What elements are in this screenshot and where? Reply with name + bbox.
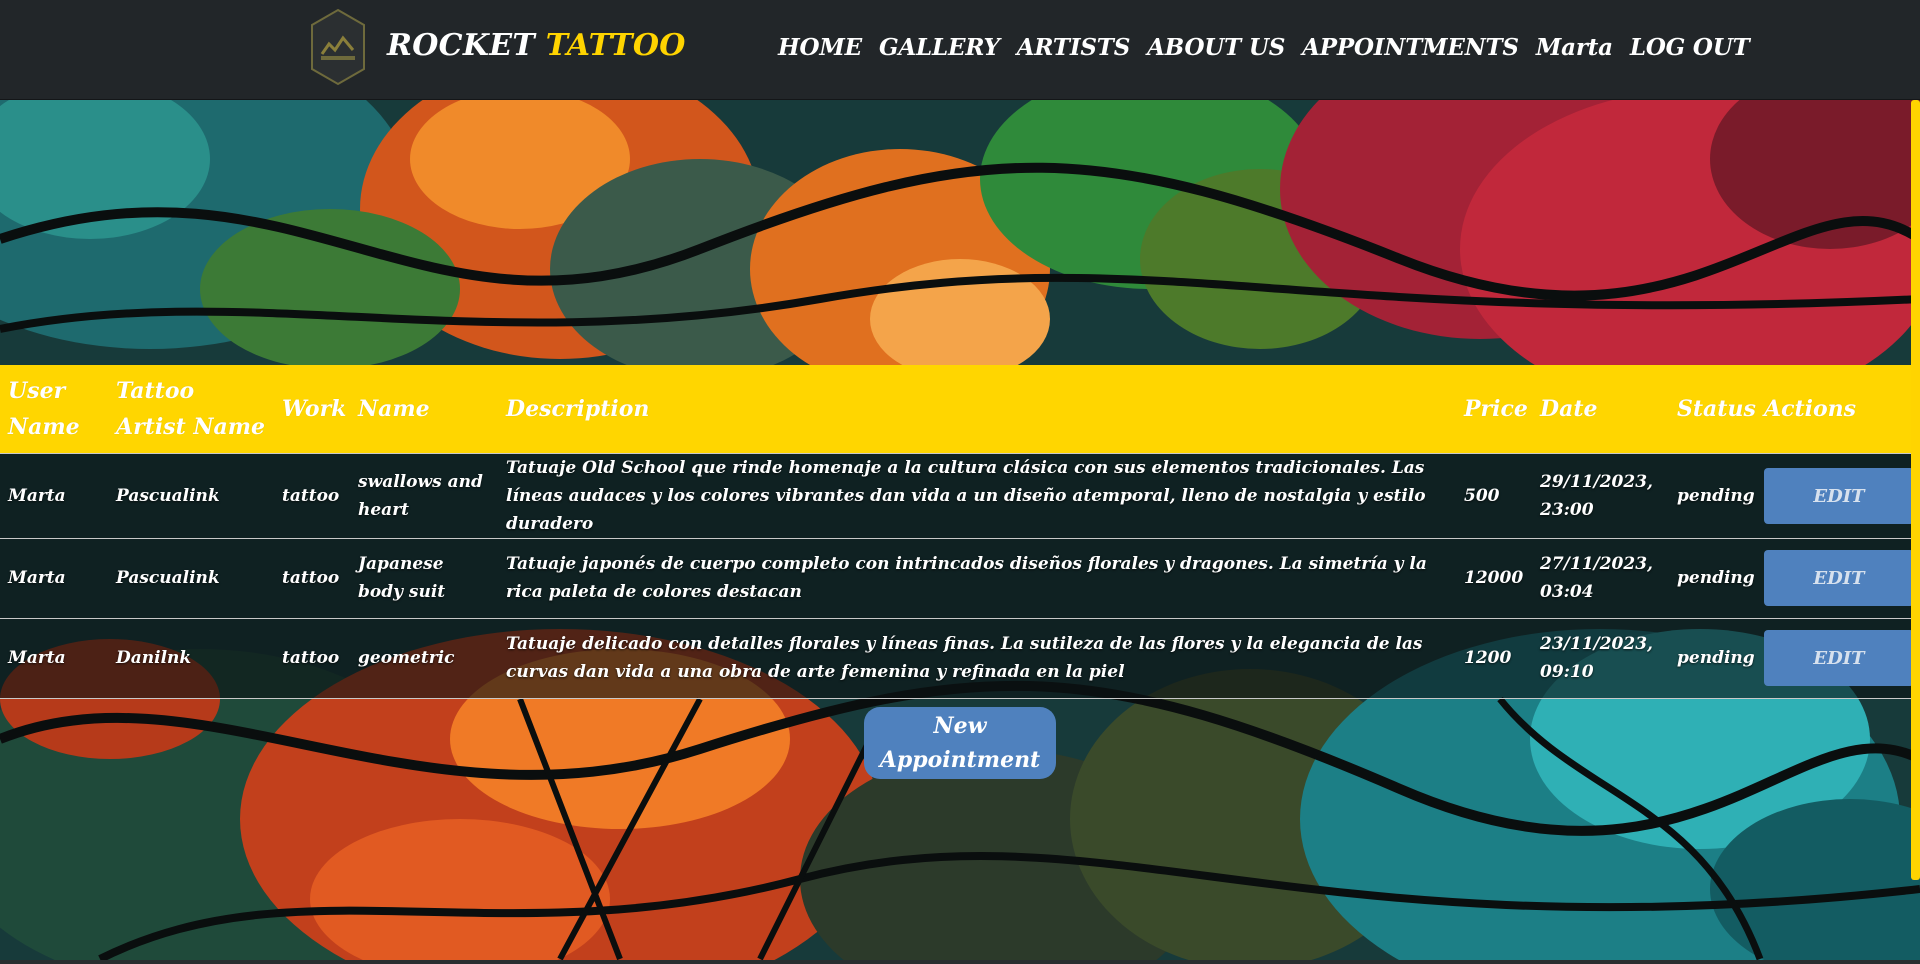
- new-appointment-button[interactable]: New Appointment: [864, 707, 1056, 779]
- main-navigation: HOME GALLERY ARTISTS ABOUT US APPOINTMEN…: [778, 34, 1750, 61]
- brand-name-rocket: ROCKET: [387, 28, 536, 63]
- cell-description: Tatuaje japonés de cuerpo completo con i…: [506, 554, 1427, 602]
- cell-work: tattoo: [282, 485, 340, 506]
- cell-description: Tatuaje Old School que rinde homenaje a …: [506, 457, 1426, 534]
- nav-logout-link[interactable]: LOG OUT: [1630, 34, 1750, 61]
- cell-status: pending: [1677, 568, 1755, 588]
- cell-user: Marta: [8, 485, 66, 506]
- header-status: Status: [1677, 395, 1756, 422]
- cell-user: Marta: [8, 568, 66, 588]
- cell-price: 500: [1464, 485, 1500, 506]
- table-row: Marta Pascualink tattoo Japanese body su…: [0, 538, 1920, 618]
- header-actions: Actions: [1764, 395, 1857, 422]
- cell-date: 23/11/2023, 09:10: [1540, 634, 1653, 682]
- cell-actions: EDIT: [1756, 618, 1920, 698]
- appointments-table: User Name Tattoo Artist Name Work Name D…: [0, 365, 1920, 699]
- cell-name: Japanese body suit: [358, 554, 446, 602]
- table-header-row: User Name Tattoo Artist Name Work Name D…: [0, 365, 1920, 453]
- edit-button[interactable]: EDIT: [1764, 550, 1914, 606]
- brand-name-tattoo: TATTOO: [545, 28, 686, 63]
- header-work: Work: [282, 395, 347, 422]
- cell-name: geometric: [358, 648, 455, 668]
- nav-about-us-link[interactable]: ABOUT US: [1147, 34, 1285, 61]
- cell-status: pending: [1677, 648, 1755, 668]
- cell-artist: Danilnk: [116, 648, 192, 668]
- edit-button[interactable]: EDIT: [1764, 467, 1914, 524]
- edit-button[interactable]: EDIT: [1764, 630, 1914, 686]
- cell-description: Tatuaje delicado con detalles florales y…: [506, 634, 1423, 682]
- table-row: Marta Pascualink tattoo swallows and hea…: [0, 453, 1920, 538]
- nav-gallery-link[interactable]: GALLERY: [879, 34, 1000, 61]
- page-scrollbar[interactable]: [1911, 100, 1920, 880]
- nav-artists-link[interactable]: ARTISTS: [1017, 34, 1131, 61]
- nav-appointments-link[interactable]: APPOINTMENTS: [1302, 34, 1519, 61]
- header-artist-name: Tattoo Artist Name: [116, 377, 266, 440]
- header-date: Date: [1540, 395, 1598, 422]
- cell-work: tattoo: [282, 568, 340, 588]
- header-user-name: User Name: [8, 377, 80, 440]
- cell-artist: Pascualink: [116, 568, 220, 588]
- nav-home-link[interactable]: HOME: [778, 34, 862, 61]
- table-header: User Name Tattoo Artist Name Work Name D…: [0, 365, 1920, 453]
- cell-date: 29/11/2023, 23:00: [1540, 471, 1653, 520]
- cell-status: pending: [1677, 485, 1755, 506]
- table-row: Marta Danilnk tattoo geometric Tatuaje d…: [0, 618, 1920, 698]
- rocket-tattoo-logo-icon[interactable]: [309, 8, 367, 86]
- nav-profile-link[interactable]: Marta: [1536, 34, 1613, 61]
- header-name: Name: [358, 395, 430, 422]
- cell-user: Marta: [8, 648, 66, 668]
- top-navbar: ROCKET TATTOO HOME GALLERY ARTISTS ABOUT…: [0, 0, 1920, 100]
- bottom-edge: [0, 960, 1920, 964]
- cell-work: tattoo: [282, 648, 340, 668]
- cell-actions: EDIT: [1756, 453, 1920, 538]
- cell-artist: Pascualink: [116, 485, 220, 506]
- header-description: Description: [506, 395, 650, 422]
- cell-actions: EDIT: [1756, 538, 1920, 618]
- cell-date: 27/11/2023, 03:04: [1540, 554, 1653, 602]
- brand-name[interactable]: ROCKET TATTOO: [387, 28, 686, 63]
- cell-price: 1200: [1464, 648, 1512, 668]
- cell-name: swallows and heart: [358, 471, 483, 520]
- cell-price: 12000: [1464, 568, 1524, 588]
- table-body: Marta Pascualink tattoo swallows and hea…: [0, 453, 1920, 698]
- header-price: Price: [1464, 395, 1528, 422]
